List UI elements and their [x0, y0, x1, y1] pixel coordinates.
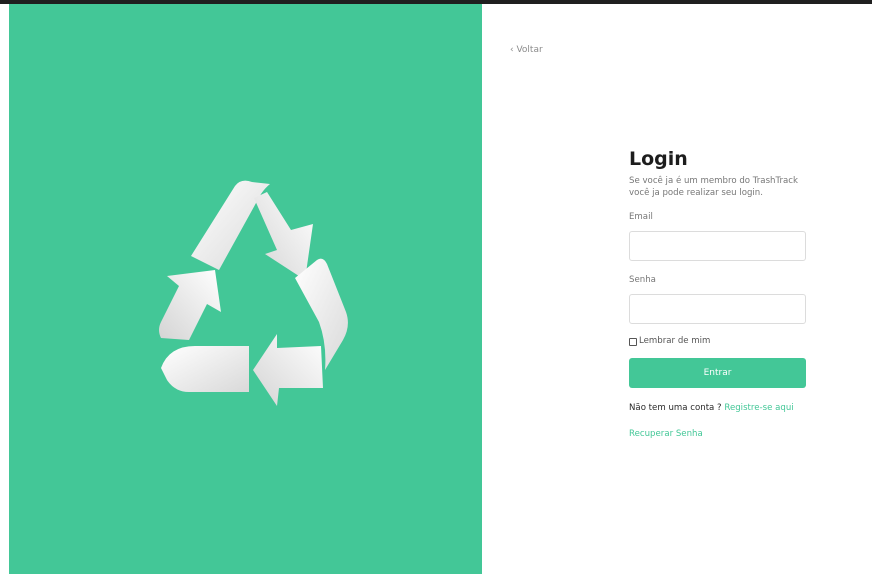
page-title: Login	[629, 148, 688, 170]
email-label: Email	[629, 212, 653, 222]
password-label: Senha	[629, 275, 656, 285]
register-prompt: Não tem uma conta ? Registre-se aqui	[629, 403, 806, 414]
register-link[interactable]: Registre-se aqui	[724, 403, 793, 413]
email-input[interactable]	[629, 231, 806, 261]
remember-checkbox[interactable]	[629, 337, 637, 346]
login-button[interactable]: Entrar	[629, 358, 806, 388]
recycle-icon	[149, 174, 349, 406]
remember-label[interactable]: Lembrar de mim	[639, 336, 710, 347]
no-account-text: Não tem uma conta ?	[629, 403, 725, 413]
left-margin	[0, 4, 9, 574]
hero-panel	[9, 4, 482, 574]
back-link[interactable]: ‹ Voltar	[510, 45, 543, 55]
recover-password-link[interactable]: Recuperar Senha	[629, 429, 806, 440]
password-input[interactable]	[629, 294, 806, 324]
login-form: Login Se você ja é um membro do TrashTra…	[629, 148, 806, 440]
login-subtitle: Se você ja é um membro do TrashTrack voc…	[629, 176, 798, 198]
remember-me: Lembrar de mim	[629, 336, 806, 347]
login-page: ‹ Voltar Login Se você ja é um membro do…	[0, 0, 872, 574]
form-panel: ‹ Voltar Login Se você ja é um membro do…	[482, 4, 872, 574]
